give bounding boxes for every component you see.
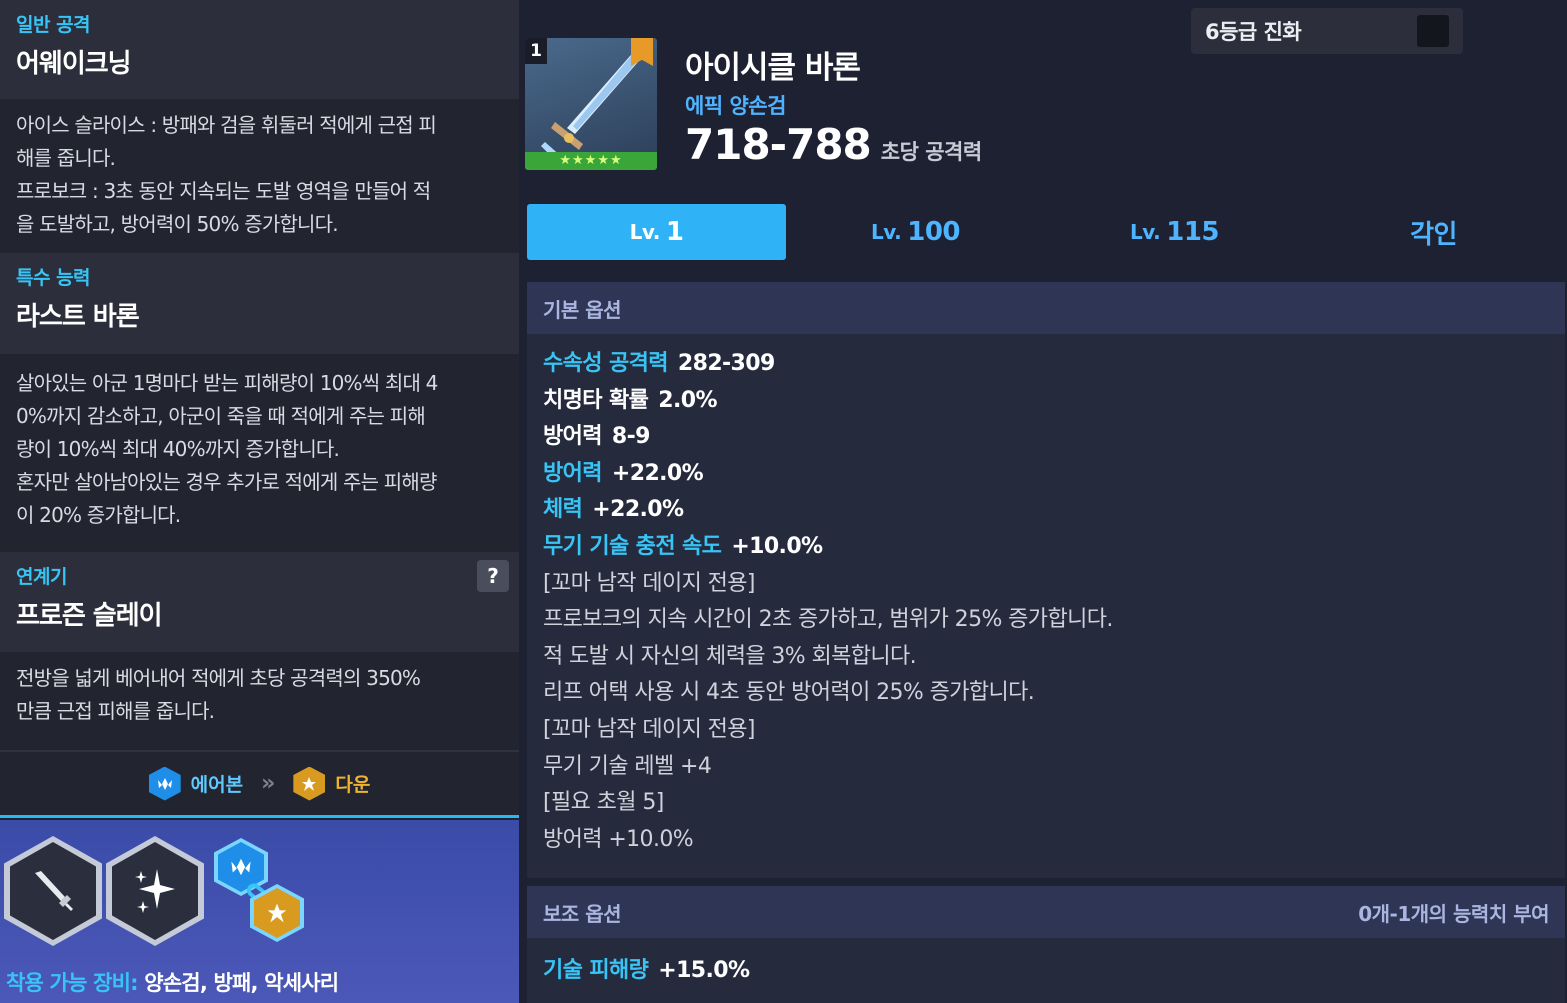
option-text: [꼬마 남작 데이지 전용] [543, 570, 756, 596]
option-value: +22.0% [592, 497, 684, 523]
double-chevron-icon: » [261, 771, 276, 796]
sparkle-icon [135, 869, 175, 913]
option-key: 체력 [543, 497, 583, 523]
tab-value: 115 [1166, 217, 1220, 247]
help-button[interactable]: ? [477, 560, 509, 592]
option-line: 리프 어택 사용 시 4초 동안 방어력이 25% 증가합니다. [543, 675, 1549, 712]
combo-from-label: 에어본 [190, 774, 244, 796]
section-title: 어웨이크닝 [16, 49, 132, 79]
option-text: [꼬마 남작 데이지 전용] [543, 716, 756, 742]
option-key: 방어력 [543, 460, 603, 486]
option-value: +15.0% [658, 958, 750, 983]
option-line: 수속성 공격력 282-309 [543, 346, 1549, 383]
evolve-checkbox[interactable] [1417, 15, 1449, 47]
item-attack: 718-788 초당 공격력 [685, 120, 982, 169]
option-value: 8-9 [611, 424, 651, 450]
sub-options-note: 0개-1개의 능력치 부여 [1358, 901, 1549, 926]
skill-panel: 일반 공격 어웨이크닝 아이스 슬라이스 : 방패와 검을 휘둘러 적에게 근접… [0, 0, 519, 1003]
sub-option-line: 기술 피해량 +15.0% [527, 938, 1565, 998]
section-title: 라스트 바론 [16, 302, 140, 332]
option-key: 수속성 공격력 [543, 351, 669, 376]
down-icon [293, 766, 326, 801]
option-text: 프로보크의 지속 시간이 2초 증가하고, 범위가 25% 증가합니다. [543, 607, 1113, 633]
option-line: 프로보크의 지속 시간이 2초 증가하고, 범위가 25% 증가합니다. [543, 602, 1549, 639]
equip-info: 착용 가능 장비: 양손검, 방패, 악세사리 [6, 967, 339, 997]
skill-slot-1[interactable] [4, 836, 102, 946]
attack-value: 718-788 [685, 120, 872, 169]
skill-slot-2[interactable] [106, 836, 204, 946]
base-options-list: 수속성 공격력 282-309 치명타 확률 2.0% 방어력 8-9 방어력 +22.0% 체… [527, 334, 1565, 858]
tab-value: 1 [665, 217, 684, 247]
option-line: 치명타 확률 2.0% [543, 383, 1549, 420]
tab-value: 각인 [1410, 219, 1457, 250]
option-key: 무기 기술 충전 속도 [543, 533, 722, 559]
tab-lv-115[interactable]: Lv. 115 [1045, 204, 1304, 260]
option-line: [꼬마 남작 데이지 전용] [543, 566, 1549, 603]
tab-engrave[interactable]: 각인 [1304, 204, 1563, 260]
option-text: 리프 어택 사용 시 4초 동안 방어력이 25% 증가합니다. [543, 680, 1035, 706]
evolve-toggle[interactable]: 6등급 진화 [1191, 8, 1463, 54]
equip-value: 양손검, 방패, 악세사리 [144, 971, 339, 995]
section-category: 특수 능력 [16, 267, 91, 289]
section-title: 프로즌 슬레이 [16, 601, 163, 631]
sub-options-title: 보조 옵션 [543, 901, 622, 926]
tab-prefix: Lv. [1129, 220, 1161, 244]
option-line: 방어력 +22.0% [543, 456, 1549, 493]
option-text: [필요 초월 5] [543, 790, 664, 816]
chain-link-icon [212, 834, 308, 944]
combo-to-label: 다운 [335, 774, 371, 796]
option-key: 기술 피해량 [543, 958, 649, 983]
evolve-label: 6등급 진화 [1205, 20, 1302, 44]
section-category: 연계기 [16, 566, 67, 588]
equip-label: 착용 가능 장비: [6, 971, 139, 995]
option-line: 방어력 +10.0% [543, 822, 1549, 859]
chain-condition-row: 에어본 » 다운 [0, 750, 519, 818]
option-line: 무기 기술 레벨 +4 [543, 749, 1549, 786]
special-ability-description: 살아있는 아군 1명마다 받는 피해량이 10%씩 최대 4 0%까지 감소하고… [0, 354, 519, 552]
tab-prefix: Lv. [629, 220, 661, 244]
item-type: 에픽 양손검 [685, 94, 786, 118]
option-key: 치명타 확률 [543, 387, 649, 413]
equip-panel: 착용 가능 장비: 양손검, 방패, 악세사리 [0, 820, 519, 1003]
sub-options: 보조 옵션 0개-1개의 능력치 부여 기술 피해량 +15.0% [527, 886, 1565, 1003]
star-rating: ★★★★★ [525, 152, 657, 170]
base-options: 기본 옵션 수속성 공격력 282-309 치명타 확률 2.0% 방어력 8-9 방어력 +… [527, 282, 1565, 878]
option-value: 2.0% [658, 387, 717, 413]
option-text: 방어력 +10.0% [543, 826, 694, 852]
base-options-header: 기본 옵션 [527, 282, 1565, 334]
item-level-badge: 1 [525, 38, 547, 64]
sword-icon [35, 871, 73, 911]
option-key: 방어력 [543, 424, 603, 450]
normal-attack-header: 일반 공격 어웨이크닝 [0, 0, 519, 99]
chain-skill-header: 연계기 프로즌 슬레이 ? [0, 552, 519, 652]
attack-unit: 초당 공격력 [880, 140, 982, 164]
option-value: +10.0% [731, 533, 823, 559]
item-detail-panel: 1 ★★★★★ 아이시클 바론 에픽 양손검 718-788 초당 공격력 6등급… [519, 0, 1567, 1003]
sub-options-header: 보조 옵션 0개-1개의 능력치 부여 [527, 886, 1565, 938]
tab-lv-100[interactable]: Lv. 100 [786, 204, 1045, 260]
tab-prefix: Lv. [870, 220, 902, 244]
level-tabs: Lv. 1 Lv. 100 Lv. 115 각인 [527, 204, 1563, 260]
option-line: [필요 초월 5] [543, 785, 1549, 822]
option-value: 282-309 [677, 351, 775, 376]
tab-value: 100 [907, 217, 961, 247]
normal-attack-description: 아이스 슬라이스 : 방패와 검을 휘둘러 적에게 근접 피 해를 줍니다. 프… [0, 99, 519, 253]
tab-lv-1[interactable]: Lv. 1 [527, 204, 786, 260]
special-ability-header: 특수 능력 라스트 바론 [0, 253, 519, 354]
option-value: +22.0% [611, 460, 704, 486]
airborne-icon [148, 766, 181, 801]
item-name: 아이시클 바론 [685, 50, 861, 86]
option-text: 적 도발 시 자신의 체력을 3% 회복합니다. [543, 643, 917, 669]
option-line: [꼬마 남작 데이지 전용] [543, 712, 1549, 749]
option-text: 무기 기술 레벨 +4 [543, 753, 712, 779]
option-line: 적 도발 시 자신의 체력을 3% 회복합니다. [543, 639, 1549, 676]
section-category: 일반 공격 [16, 14, 91, 36]
option-line: 방어력 8-9 [543, 419, 1549, 456]
option-line: 체력 +22.0% [543, 492, 1549, 529]
option-line: 무기 기술 충전 속도 +10.0% [543, 529, 1549, 566]
chain-skill-description: 전방을 넓게 베어내어 적에게 초당 공격력의 350% 만큼 근접 피해를 줍… [0, 652, 519, 750]
item-thumbnail[interactable]: 1 ★★★★★ [525, 38, 657, 170]
